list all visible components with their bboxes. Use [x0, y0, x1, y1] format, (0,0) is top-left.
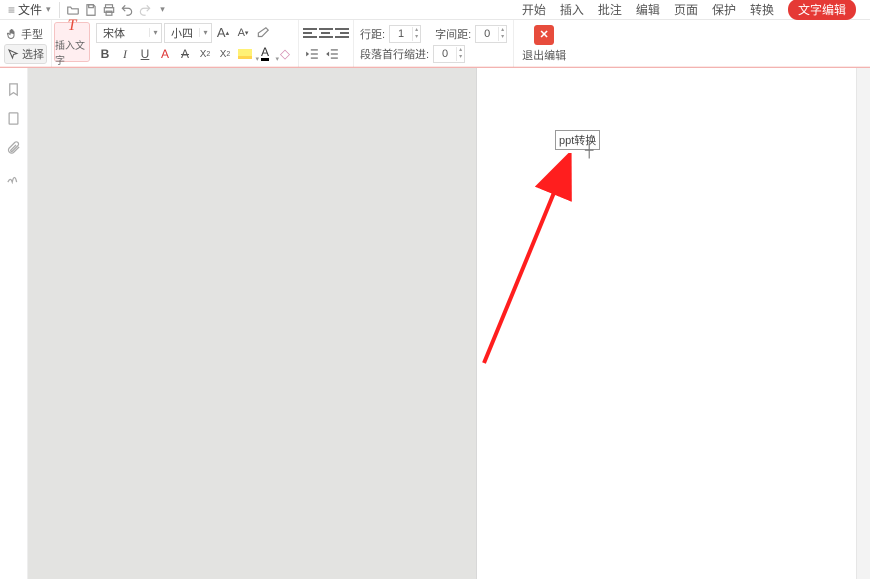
- first-line-indent-stepper[interactable]: 0 ▴▾: [433, 45, 465, 63]
- save-icon[interactable]: [82, 1, 100, 19]
- tab-text-edit[interactable]: 文字编辑: [788, 0, 856, 20]
- cursor-tools-group: 手型 选择: [0, 20, 52, 67]
- select-tool[interactable]: 选择: [4, 44, 47, 64]
- more-icon[interactable]: ▾: [154, 1, 172, 19]
- print-icon[interactable]: [100, 1, 118, 19]
- tab-comment[interactable]: 批注: [598, 1, 622, 18]
- document-page[interactable]: ppt转换 ┼: [476, 68, 856, 579]
- clear-format-icon[interactable]: [254, 24, 272, 42]
- strikethrough-icon[interactable]: A: [176, 45, 194, 63]
- superscript-icon[interactable]: X2: [196, 45, 214, 63]
- exit-edit-group: ✕ 退出编辑: [514, 20, 574, 67]
- chevron-down-icon: ▾: [46, 4, 51, 15]
- bookmark-icon[interactable]: [6, 82, 21, 97]
- align-group: [299, 20, 354, 67]
- text-cursor-icon: T: [68, 17, 77, 35]
- tab-insert[interactable]: 插入: [560, 1, 584, 18]
- sidebar: [0, 68, 28, 579]
- font-family-value: 宋体: [97, 25, 149, 41]
- italic-icon[interactable]: I: [116, 45, 134, 63]
- titlebar: ≡ 文件 ▾ ▾ 开始 插入 批注 编辑 页面 保护 转换 文字编辑: [0, 0, 870, 20]
- font-color-icon[interactable]: A: [256, 45, 274, 63]
- undo-icon[interactable]: [118, 1, 136, 19]
- main-area: ppt转换 ┼: [0, 68, 870, 579]
- grow-font-icon[interactable]: A▴: [214, 24, 232, 42]
- font-size-select[interactable]: 小四 ▾: [164, 23, 212, 43]
- char-spacing-stepper[interactable]: 0 ▴▾: [475, 25, 507, 43]
- redo-icon[interactable]: [136, 1, 154, 19]
- chevron-down-icon: ▾: [199, 28, 211, 37]
- tab-protect[interactable]: 保护: [712, 1, 736, 18]
- char-spacing-label: 字间距:: [435, 26, 471, 42]
- chevron-down-icon: ▾: [149, 28, 161, 37]
- annotation-arrow-icon: [479, 153, 599, 373]
- exit-edit-label: 退出编辑: [522, 47, 566, 63]
- tab-start[interactable]: 开始: [522, 1, 546, 18]
- insert-text-label: 插入文字: [55, 37, 89, 67]
- bold-icon[interactable]: B: [96, 45, 114, 63]
- underline-icon[interactable]: U: [136, 45, 154, 63]
- file-menu[interactable]: ≡ 文件 ▾: [4, 1, 55, 18]
- signature-icon[interactable]: [6, 169, 21, 184]
- insert-text-button[interactable]: T 插入文字: [54, 22, 90, 62]
- separator: [59, 2, 60, 18]
- hand-tool[interactable]: 手型: [4, 24, 47, 44]
- spacing-group: 行距: 1 ▴▾ 字间距: 0 ▴▾ 段落首行缩进: 0 ▴▾: [354, 20, 514, 67]
- line-spacing-stepper[interactable]: 1 ▴▾: [389, 25, 421, 43]
- align-left-icon[interactable]: [303, 26, 317, 40]
- increase-indent-icon[interactable]: [323, 45, 341, 63]
- line-spacing-label: 行距:: [360, 26, 385, 42]
- font-family-select[interactable]: 宋体 ▾: [96, 23, 162, 43]
- text-box[interactable]: ppt转换: [555, 130, 600, 150]
- subscript-icon[interactable]: X2: [216, 45, 234, 63]
- decrease-indent-icon[interactable]: [303, 45, 321, 63]
- tab-convert[interactable]: 转换: [750, 1, 774, 18]
- font-group: 宋体 ▾ 小四 ▾ A▴ A▾ B I U A A X2 X2 A ◇: [92, 20, 299, 67]
- align-right-icon[interactable]: [335, 26, 349, 40]
- canvas-background: [28, 68, 476, 579]
- attachment-icon[interactable]: [6, 140, 21, 155]
- exit-edit-button[interactable]: ✕: [534, 25, 554, 45]
- ribbon-tabs: 开始 插入 批注 编辑 页面 保护 转换 文字编辑: [522, 0, 866, 20]
- fill-color-icon[interactable]: ◇: [276, 45, 294, 63]
- vertical-scrollbar[interactable]: [856, 68, 870, 579]
- hamburger-icon: ≡: [8, 3, 14, 17]
- first-line-indent-label: 段落首行缩进:: [360, 46, 429, 62]
- hand-tool-label: 手型: [21, 26, 43, 42]
- ribbon: 手型 选择 T 插入文字 宋体 ▾ 小四 ▾ A▴ A▾ B: [0, 20, 870, 68]
- select-tool-label: 选择: [22, 46, 44, 62]
- align-center-icon[interactable]: [319, 26, 333, 40]
- shrink-font-icon[interactable]: A▾: [234, 24, 252, 42]
- tab-page[interactable]: 页面: [674, 1, 698, 18]
- font-size-value: 小四: [165, 25, 199, 41]
- file-menu-label: 文件: [18, 1, 42, 18]
- font-red-icon[interactable]: A: [156, 45, 174, 63]
- tab-edit[interactable]: 编辑: [636, 1, 660, 18]
- close-icon: ✕: [540, 28, 549, 41]
- open-icon[interactable]: [64, 1, 82, 19]
- thumbnails-icon[interactable]: [6, 111, 21, 126]
- highlight-icon[interactable]: [236, 45, 254, 63]
